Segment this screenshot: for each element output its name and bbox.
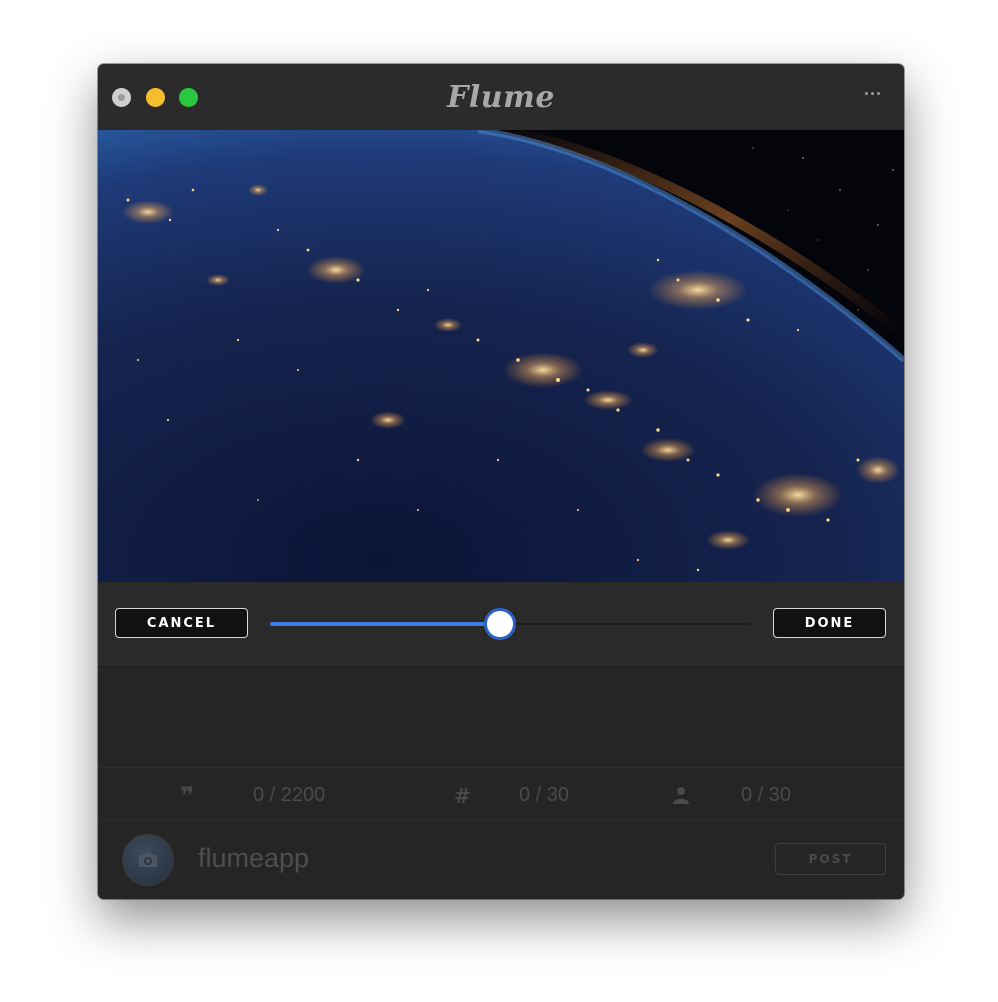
hashtag-count: 0 / 30 (519, 784, 570, 806)
quote-icon: ❞ (180, 782, 195, 810)
slider-fill (270, 622, 500, 626)
camera-icon (139, 852, 157, 867)
edit-toolbar: CANCEL DONE (98, 582, 904, 667)
account-username[interactable]: flumeapp (198, 843, 309, 874)
done-button[interactable]: DONE (773, 608, 886, 638)
caption-count: 0 / 2200 (253, 784, 326, 806)
caption-input[interactable] (98, 667, 904, 768)
hashtag-icon: # (454, 784, 471, 808)
more-options-icon[interactable] (865, 92, 880, 95)
app-logo: Flume (447, 80, 555, 115)
post-button[interactable]: POST (775, 843, 886, 875)
cancel-button[interactable]: CANCEL (115, 608, 248, 638)
earth-at-night-image (98, 130, 904, 582)
title-bar: Flume (98, 64, 904, 131)
adjustment-slider[interactable] (270, 608, 750, 640)
person-icon (673, 787, 689, 804)
mention-count: 0 / 30 (741, 784, 792, 806)
app-window: Flume CANCEL DONE ❞ 0 / 2200 # 0 / 30 0 … (98, 64, 904, 899)
counters-bar: ❞ 0 / 2200 # 0 / 30 0 / 30 (98, 768, 904, 821)
avatar[interactable] (122, 834, 174, 886)
photo-preview (98, 130, 904, 582)
account-footer: flumeapp POST (98, 821, 904, 899)
slider-thumb[interactable] (484, 608, 516, 640)
